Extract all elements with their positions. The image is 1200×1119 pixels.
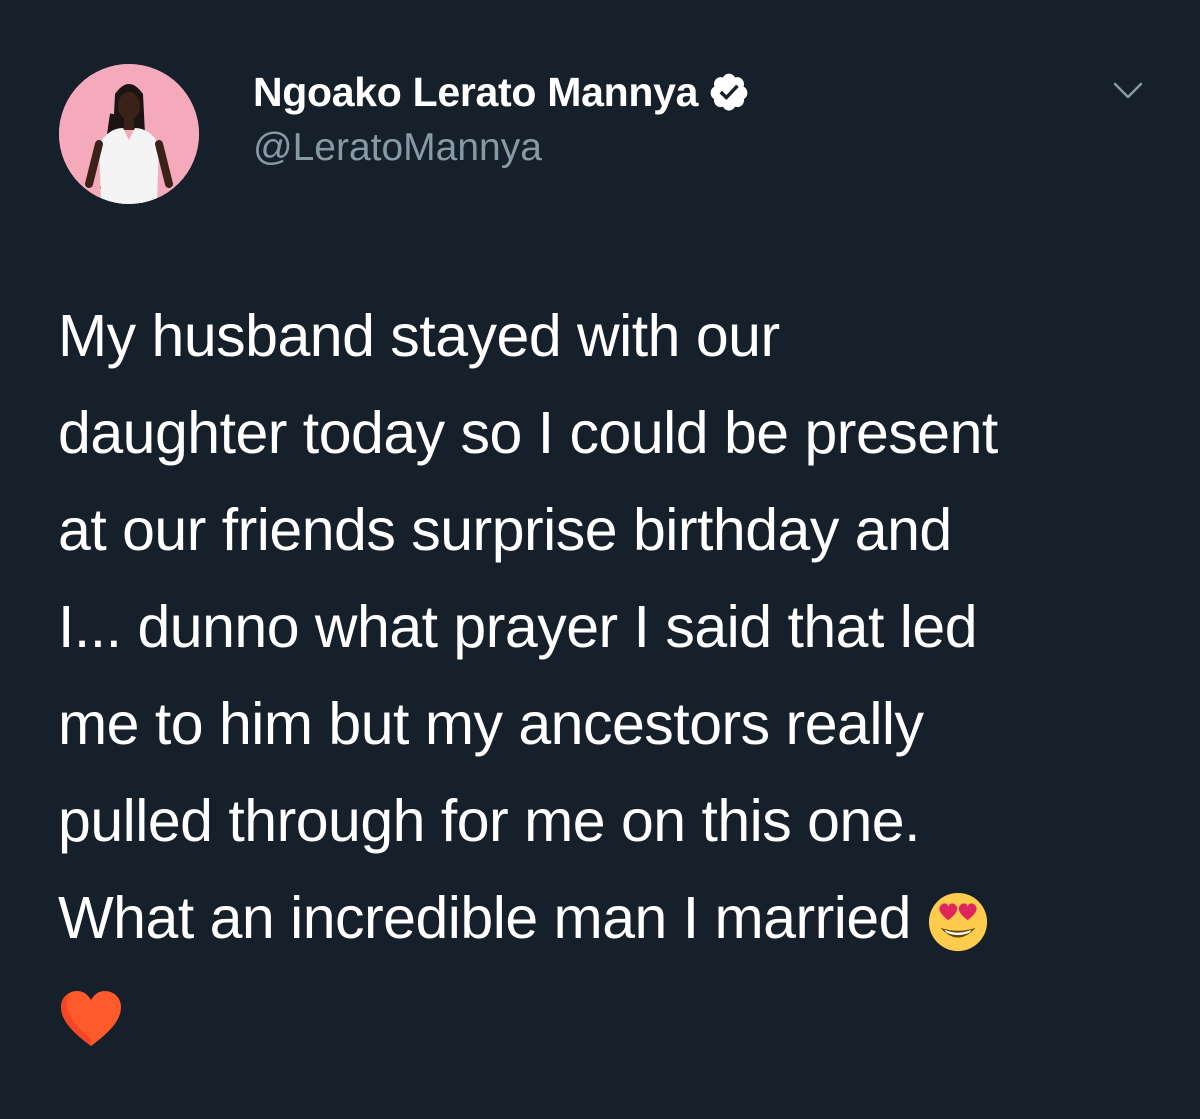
- tweet-line-last: What an incredible man I married: [58, 870, 1168, 967]
- tweet-card: Ngoako Lerato Mannya @LeratoMannya My hu…: [0, 0, 1200, 1119]
- display-name[interactable]: Ngoako Lerato Mannya: [253, 69, 698, 116]
- tweet-line: daughter today so I could be present: [58, 400, 998, 466]
- tweet-line: My husband stayed with our: [58, 303, 780, 369]
- verified-badge-icon: [708, 71, 750, 113]
- tweet-line: me to him but my ancestors really: [58, 691, 924, 757]
- user-handle[interactable]: @LeratoMannya: [253, 126, 750, 170]
- tweet-line: pulled through for me on this one.: [58, 788, 921, 854]
- name-row: Ngoako Lerato Mannya: [253, 66, 750, 118]
- tweet-text: My husband stayed with our daughter toda…: [58, 288, 1168, 1064]
- tweet-line: at our friends surprise birthday and: [58, 497, 952, 563]
- tweet-line-emoji: [58, 967, 1168, 1064]
- tweet-line: I... dunno what prayer I said that led: [58, 594, 978, 660]
- red-heart-emoji: [58, 988, 124, 1050]
- chevron-down-icon[interactable]: [1108, 76, 1148, 106]
- tweet-line-text: What an incredible man I married: [58, 885, 911, 951]
- tweet-header: Ngoako Lerato Mannya @LeratoMannya: [253, 66, 750, 170]
- heart-eyes-emoji: [927, 891, 989, 953]
- avatar[interactable]: [59, 64, 199, 204]
